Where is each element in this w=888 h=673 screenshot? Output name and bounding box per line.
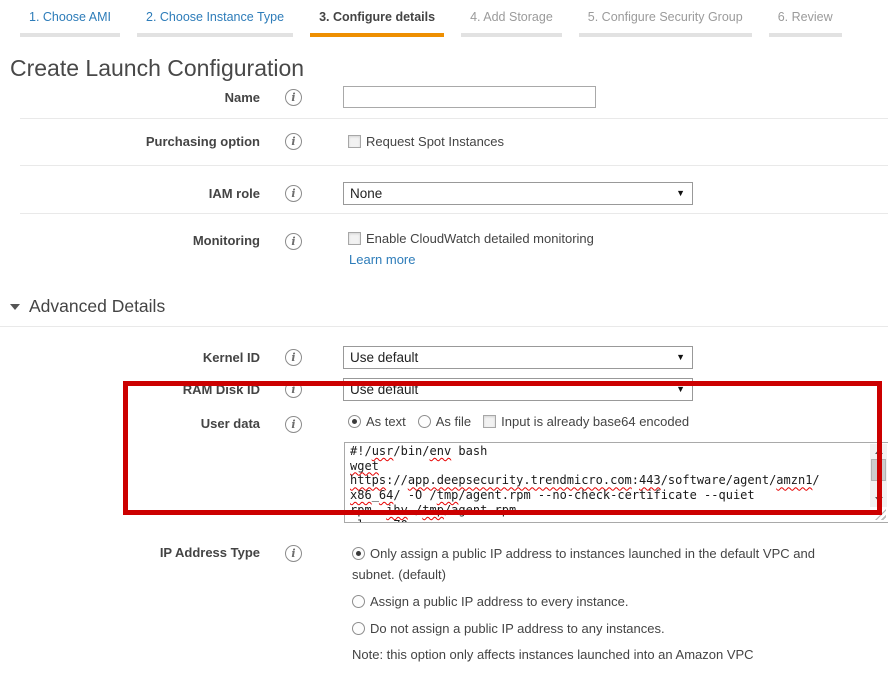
info-icon[interactable]: i	[285, 185, 302, 202]
ip-default-vpc-radio[interactable]	[352, 547, 365, 560]
user-data-script: #!/usr/bin/env bashwgethttps://app.deeps…	[350, 444, 869, 522]
base64-encoded-checkbox[interactable]	[483, 415, 496, 428]
info-icon[interactable]: i	[285, 89, 302, 106]
as-text-radio[interactable]	[348, 415, 361, 428]
ip-every-instance-radio[interactable]	[352, 595, 365, 608]
as-text-label: As text	[366, 414, 406, 429]
row-ip-address-type: IP Address Type i Only assign a public I…	[0, 543, 888, 665]
iam-role-label: IAM role	[0, 186, 260, 201]
ram-disk-id-selected-value: Use default	[350, 382, 418, 397]
enable-cloudwatch-checkbox[interactable]	[348, 232, 361, 245]
ip-address-note: Note: this option only affects instances…	[343, 645, 888, 665]
advanced-details-header: Advanced Details	[0, 296, 888, 327]
base64-encoded-label: Input is already base64 encoded	[501, 414, 689, 429]
name-input[interactable]	[343, 86, 596, 108]
info-icon[interactable]: i	[285, 545, 302, 562]
kernel-id-label: Kernel ID	[0, 350, 260, 365]
tab-review[interactable]: 6. Review	[769, 10, 842, 37]
request-spot-instances-label: Request Spot Instances	[366, 134, 504, 149]
ip-address-type-label: IP Address Type	[0, 543, 260, 560]
scroll-up-button[interactable]	[870, 444, 887, 459]
request-spot-instances-checkbox[interactable]	[348, 135, 361, 148]
advanced-details-title: Advanced Details	[29, 296, 165, 316]
row-name: Name i	[0, 86, 888, 108]
dropdown-caret-icon: ▼	[676, 189, 685, 198]
kernel-id-selected-value: Use default	[350, 350, 418, 365]
arrow-up-icon	[875, 449, 883, 454]
kernel-id-select[interactable]: Use default ▼	[343, 346, 693, 369]
wizard-tabs: 1. Choose AMI 2. Choose Instance Type 3.…	[0, 0, 888, 37]
info-icon[interactable]: i	[285, 233, 302, 250]
purchasing-option-label: Purchasing option	[0, 134, 260, 149]
create-launch-configuration-page: 1. Choose AMI 2. Choose Instance Type 3.…	[0, 0, 888, 673]
iam-role-selected-value: None	[350, 186, 382, 201]
ip-no-instances-radio[interactable]	[352, 622, 365, 635]
row-kernel-id: Kernel ID i Use default ▼	[0, 346, 888, 369]
page-title: Create Launch Configuration	[10, 54, 888, 82]
ram-disk-id-label: RAM Disk ID	[0, 382, 260, 397]
iam-role-select[interactable]: None ▼	[343, 182, 693, 205]
scroll-down-button[interactable]	[870, 492, 887, 507]
collapse-triangle-icon[interactable]	[10, 304, 20, 310]
monitoring-label: Monitoring	[0, 231, 260, 248]
row-iam-role: IAM role i None ▼	[0, 166, 888, 213]
scrollbar-thumb[interactable]	[871, 459, 886, 481]
user-data-label: User data	[0, 414, 260, 431]
dropdown-caret-icon: ▼	[676, 353, 685, 362]
ip-no-instances-label: Do not assign a public IP address to any…	[370, 621, 665, 636]
user-data-textarea[interactable]: #!/usr/bin/env bashwgethttps://app.deeps…	[344, 442, 888, 523]
info-icon[interactable]: i	[285, 416, 302, 433]
info-icon[interactable]: i	[285, 381, 302, 398]
as-file-label: As file	[436, 414, 471, 429]
ram-disk-id-select[interactable]: Use default ▼	[343, 378, 693, 401]
tab-choose-ami[interactable]: 1. Choose AMI	[20, 10, 120, 37]
resize-grip-icon[interactable]	[875, 509, 886, 520]
row-user-data: User data i As text As file Input is alrea…	[0, 414, 888, 523]
tab-configure-details[interactable]: 3. Configure details	[310, 10, 444, 37]
info-icon[interactable]: i	[285, 133, 302, 150]
row-ram-disk-id: RAM Disk ID i Use default ▼	[0, 378, 888, 401]
dropdown-caret-icon: ▼	[676, 385, 685, 394]
ip-default-vpc-label: Only assign a public IP address to insta…	[352, 546, 815, 582]
tab-choose-instance-type[interactable]: 2. Choose Instance Type	[137, 10, 293, 37]
learn-more-link[interactable]: Learn more	[349, 252, 415, 267]
row-monitoring: Monitoring i Enable CloudWatch detailed …	[0, 214, 888, 267]
enable-cloudwatch-label: Enable CloudWatch detailed monitoring	[366, 231, 594, 246]
row-purchasing-option: Purchasing option i Request Spot Instanc…	[0, 119, 888, 165]
ip-every-instance-label: Assign a public IP address to every inst…	[370, 594, 628, 609]
info-icon[interactable]: i	[285, 349, 302, 366]
tab-configure-security-group[interactable]: 5. Configure Security Group	[579, 10, 752, 37]
as-file-radio[interactable]	[418, 415, 431, 428]
textarea-scrollbar[interactable]	[870, 444, 887, 507]
name-label: Name	[0, 90, 260, 105]
arrow-down-icon	[875, 497, 883, 502]
tab-add-storage[interactable]: 4. Add Storage	[461, 10, 562, 37]
